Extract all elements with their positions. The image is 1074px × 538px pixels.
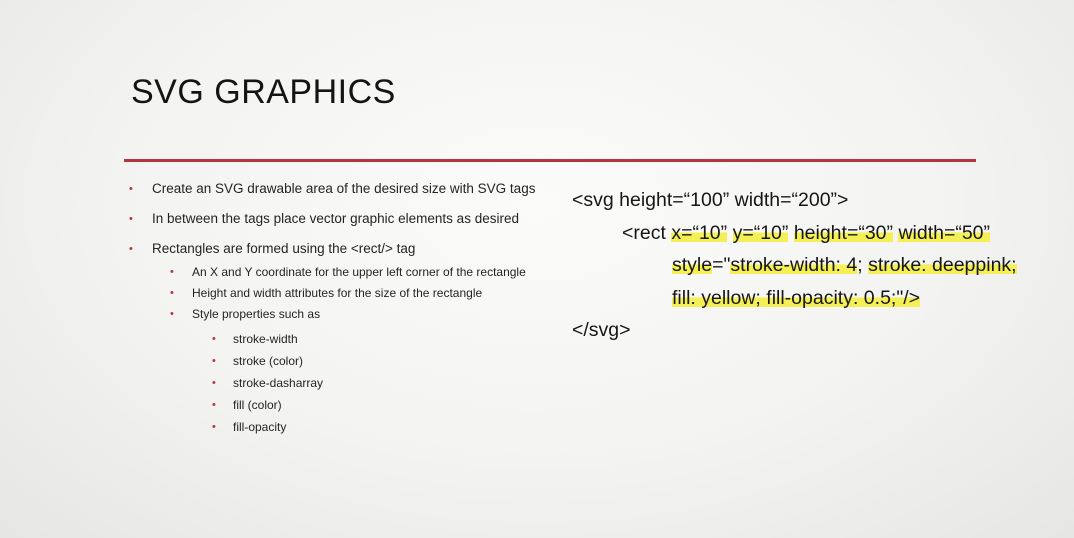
- bullet-dot-icon: •: [129, 243, 133, 255]
- bullet-text: Create an SVG drawable area of the desir…: [152, 181, 536, 196]
- bullet-dot-icon: •: [212, 399, 216, 411]
- sub-bullet-item: • Style properties such as: [128, 306, 548, 322]
- bullet-dot-icon: •: [129, 183, 133, 195]
- bullet-dot-icon: •: [212, 333, 216, 345]
- bullet-dot-icon: •: [170, 308, 174, 320]
- bullet-dot-icon: •: [212, 421, 216, 433]
- bullet-dot-icon: •: [170, 287, 174, 299]
- highlighted-height-attr: height=“30”: [793, 221, 894, 244]
- bullet-dot-icon: •: [212, 355, 216, 367]
- code-token: <rect: [622, 221, 672, 244]
- bullet-list: • Create an SVG drawable area of the des…: [128, 180, 548, 441]
- sub-sub-bullet-item: • stroke (color): [128, 353, 548, 369]
- code-token: ;: [857, 254, 869, 276]
- bullet-item: • In between the tags place vector graph…: [128, 210, 548, 228]
- sub-sub-bullet-item: • fill (color): [128, 397, 548, 413]
- bullet-item: • Create an SVG drawable area of the des…: [128, 180, 548, 198]
- slide-title: SVG GRAPHICS: [131, 73, 396, 111]
- bullet-dot-icon: •: [212, 377, 216, 389]
- highlighted-fill: fill: yellow; fill-opacity: 0.5;"/>: [672, 286, 921, 309]
- highlighted-style-attr: style: [672, 254, 713, 276]
- code-token: =": [712, 254, 731, 276]
- sub-bullet-item: • Height and width attributes for the si…: [128, 285, 548, 301]
- code-line-svg-open: <svg height=“100” width=“200”>: [572, 189, 849, 211]
- bullet-dot-icon: •: [129, 213, 133, 225]
- highlighted-stroke-width: stroke-width: 4: [730, 254, 858, 276]
- highlighted-width-attr: width=“50”: [898, 221, 991, 244]
- title-divider: [124, 159, 976, 162]
- highlighted-stroke: stroke: deeppink;: [868, 254, 1017, 276]
- code-line-style: style="stroke-width: 4; stroke: deeppink…: [572, 249, 1017, 282]
- sub-bullet-item: • An X and Y coordinate for the upper le…: [128, 264, 548, 280]
- bullet-text: stroke (color): [233, 354, 304, 368]
- bullet-text: Height and width attributes for the size…: [192, 286, 483, 300]
- bullet-text: An X and Y coordinate for the upper left…: [192, 265, 526, 279]
- bullet-text: Style properties such as: [192, 307, 321, 321]
- sub-sub-bullet-item: • fill-opacity: [128, 419, 548, 435]
- sub-sub-bullet-item: • stroke-dasharray: [128, 375, 548, 391]
- bullet-dot-icon: •: [170, 266, 174, 278]
- code-line-rect: <rect x=“10” y=“10” height=“30” width=“5…: [572, 217, 1017, 250]
- code-example: <svg height=“100” width=“200”> <rect x=“…: [572, 184, 1017, 347]
- sub-sub-bullet-item: • stroke-width: [128, 331, 548, 347]
- code-line-svg-close: </svg>: [572, 319, 631, 341]
- bullet-text: Rectangles are formed using the <rect/> …: [152, 241, 416, 256]
- bullet-text: fill (color): [233, 398, 282, 412]
- bullet-text: fill-opacity: [233, 420, 287, 434]
- highlighted-y-attr: y=“10”: [732, 221, 789, 244]
- bullet-text: stroke-width: [233, 332, 298, 346]
- bullet-item: • Rectangles are formed using the <rect/…: [128, 240, 548, 258]
- code-line-fill: fill: yellow; fill-opacity: 0.5;"/>: [572, 282, 1017, 315]
- bullet-text: stroke-dasharray: [233, 376, 324, 390]
- highlighted-x-attr: x=“10”: [671, 221, 728, 244]
- bullet-text: In between the tags place vector graphic…: [152, 211, 519, 226]
